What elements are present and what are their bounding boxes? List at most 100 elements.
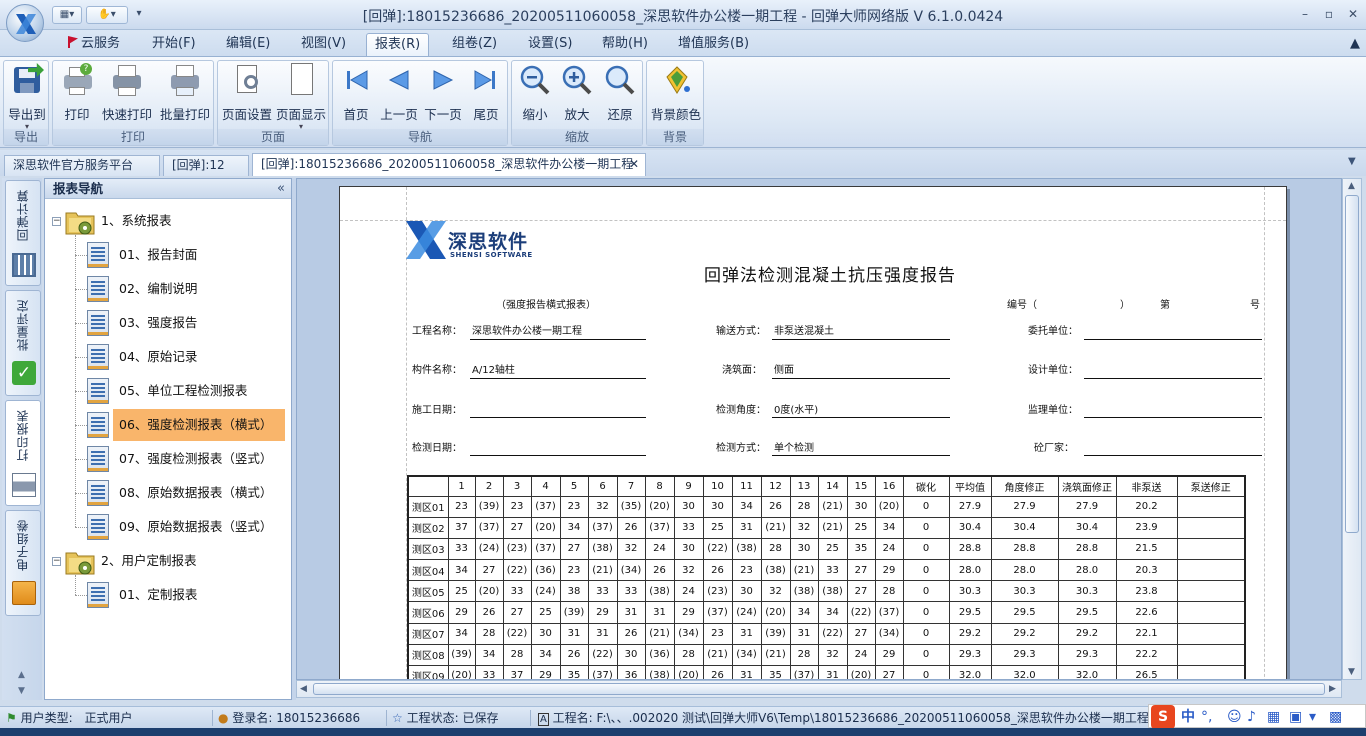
table-cell: 30	[789, 537, 819, 561]
side-tab-batch-evaluation[interactable]: 批量评定 ✓	[5, 290, 41, 396]
zoom-in-button[interactable]: 放大	[556, 63, 598, 127]
column-header: 11	[731, 475, 762, 497]
vertical-scrollbar[interactable]: ▲ ▼	[1342, 178, 1362, 680]
side-tab-e-compile[interactable]: 电子组卷	[5, 510, 41, 616]
batch-print-button[interactable]: 批量打印	[157, 63, 213, 127]
tree-item-1-6[interactable]: 06、强度检测报表（横式）	[113, 409, 285, 441]
grid-menu-icon[interactable]: ▩	[1329, 708, 1342, 726]
ime-punct-toggle[interactable]: °,	[1201, 708, 1212, 726]
tab-report[interactable]: 报表(R)	[366, 33, 430, 56]
sogou-ime-icon[interactable]: S	[1151, 705, 1175, 729]
tab-edit[interactable]: 编辑(E)	[218, 33, 278, 56]
transport-label: 输送方式：	[716, 326, 766, 337]
tree-item-1-8[interactable]: 08、原始数据报表（横式）	[113, 479, 278, 507]
tree-item-1-7[interactable]: 07、强度检测报表（竖式）	[113, 445, 278, 473]
tree-item-1-5[interactable]: 05、单位工程检测报表	[113, 377, 253, 405]
collapse-panel-icon[interactable]: «	[277, 179, 285, 199]
tab-cloud-service[interactable]: 云服务	[60, 33, 128, 56]
tree-item-1-9[interactable]: 09、原始数据报表（竖式）	[113, 513, 278, 541]
keyboard-icon[interactable]: ▦	[1267, 708, 1280, 726]
star-icon: ☆	[392, 711, 403, 725]
tab-settings[interactable]: 设置(S)	[520, 33, 580, 56]
minimize-icon[interactable]: –	[1292, 4, 1318, 24]
app-logo-icon[interactable]	[6, 4, 44, 42]
ime-language-toggle[interactable]: 中	[1181, 708, 1195, 726]
page-display-button[interactable]: 页面显示 ▾	[274, 63, 328, 131]
table-cell: (37)	[530, 537, 561, 561]
doc-tab-service-platform[interactable]: 深思软件官方服务平台	[4, 155, 160, 176]
tab-view[interactable]: 视图(V)	[293, 33, 354, 56]
horizontal-scrollbar[interactable]: ◀ ▶	[296, 680, 1342, 698]
emoji-icon[interactable]: ☺	[1227, 708, 1242, 726]
scroll-left-icon[interactable]: ◀	[300, 684, 307, 694]
table-cell: 37	[447, 516, 476, 539]
tab-compile[interactable]: 组卷(Z)	[444, 33, 505, 56]
scroll-up-icon[interactable]: ▲	[1348, 181, 1355, 191]
zoom-out-button[interactable]: 缩小	[514, 63, 556, 127]
batch-printer-icon	[168, 63, 202, 97]
tab-start[interactable]: 开始(F)	[144, 33, 204, 56]
shirt-icon[interactable]: ▾	[1309, 708, 1316, 726]
side-scroll-up-icon[interactable]: ▲	[18, 670, 25, 680]
table-cell: 26	[702, 664, 733, 679]
construct-date-label: 施工日期：	[412, 405, 462, 416]
printer-icon	[12, 473, 36, 497]
side-tab-print-report[interactable]: 打印报表	[5, 400, 41, 506]
tree-item-1-4[interactable]: 04、原始记录	[113, 343, 203, 371]
table-cell: 0	[902, 643, 950, 667]
table-cell: 32	[673, 559, 704, 582]
first-page-button[interactable]: 首页	[335, 63, 377, 127]
print-button[interactable]: ? 打印	[55, 63, 99, 127]
last-page-button[interactable]: 尾页	[465, 63, 507, 127]
skin-icon[interactable]: ▣	[1289, 708, 1302, 726]
tab-list-dropdown-icon[interactable]: ▼	[1348, 156, 1356, 167]
tree-expander-icon[interactable]: −	[52, 217, 61, 226]
close-icon[interactable]: ✕	[1340, 4, 1366, 24]
report-document-icon	[87, 514, 109, 540]
table-cell: 25	[530, 601, 561, 624]
quick-print-button[interactable]: 快速打印	[99, 63, 155, 127]
maximize-icon[interactable]: ▫	[1316, 4, 1342, 24]
tree-item-1-1[interactable]: 01、报告封面	[113, 241, 203, 269]
table-cell: 20.2	[1115, 495, 1178, 518]
table-cell: 测区02	[407, 516, 449, 539]
previous-page-button[interactable]: 上一页	[377, 63, 421, 127]
table-cell: 30	[702, 495, 733, 518]
tree-item-1-2[interactable]: 02、编制说明	[113, 275, 203, 303]
tree-item-2-1[interactable]: 01、定制报表	[113, 581, 203, 609]
vertical-scroll-thumb[interactable]	[1345, 195, 1359, 533]
table-cell: 29	[587, 601, 618, 624]
microphone-icon[interactable]: ♪	[1247, 708, 1256, 726]
export-to-button[interactable]: 导出到 ▾	[5, 63, 49, 131]
doc-tab-label: [回弹]:18015236686_20200511060058_深思软件办公楼一…	[261, 157, 634, 171]
ribbon-minimize-icon[interactable]: ▲	[1350, 33, 1360, 56]
column-header: 13	[789, 475, 819, 497]
tree-group-2[interactable]: 2、用户定制报表	[95, 547, 202, 575]
table-cell: (37)	[587, 664, 618, 679]
side-scroll-down-icon[interactable]: ▼	[18, 686, 25, 696]
tab-value-added[interactable]: 增值服务(B)	[670, 33, 757, 56]
qat-customize-button[interactable]: ▾	[132, 6, 146, 24]
doc-tab-rebound-12[interactable]: [回弹]:12	[163, 155, 249, 176]
tree-expander-icon[interactable]: −	[52, 557, 61, 566]
scroll-down-icon[interactable]: ▼	[1348, 667, 1355, 677]
horizontal-scroll-thumb[interactable]	[313, 683, 1325, 695]
background-color-button[interactable]: 背景颜色	[649, 63, 703, 127]
table-cell: 30	[616, 643, 646, 667]
layout-icon[interactable]: ▦▾	[52, 6, 82, 24]
scroll-right-icon[interactable]: ▶	[1329, 684, 1336, 694]
side-tab-rebound-calc[interactable]: 回弹计算	[5, 180, 41, 286]
tree-item-1-3[interactable]: 03、强度报告	[113, 309, 203, 337]
next-page-icon	[426, 63, 460, 97]
close-tab-icon[interactable]: ✕	[629, 154, 639, 175]
table-cell: 29.5	[990, 601, 1059, 624]
zoom-reset-button[interactable]: 还原	[598, 63, 642, 127]
tab-help[interactable]: 帮助(H)	[594, 33, 656, 56]
table-cell: 23.9	[1115, 516, 1178, 539]
hand-tool-icon[interactable]: ✋▾	[86, 6, 128, 24]
tree-group-1[interactable]: 1、系统报表	[95, 207, 177, 235]
doc-tab-current-project[interactable]: [回弹]:18015236686_20200511060058_深思软件办公楼一…	[252, 153, 646, 176]
page-setup-button[interactable]: 页面设置	[220, 63, 274, 127]
next-page-button[interactable]: 下一页	[421, 63, 465, 127]
table-cell: 0	[902, 622, 950, 645]
